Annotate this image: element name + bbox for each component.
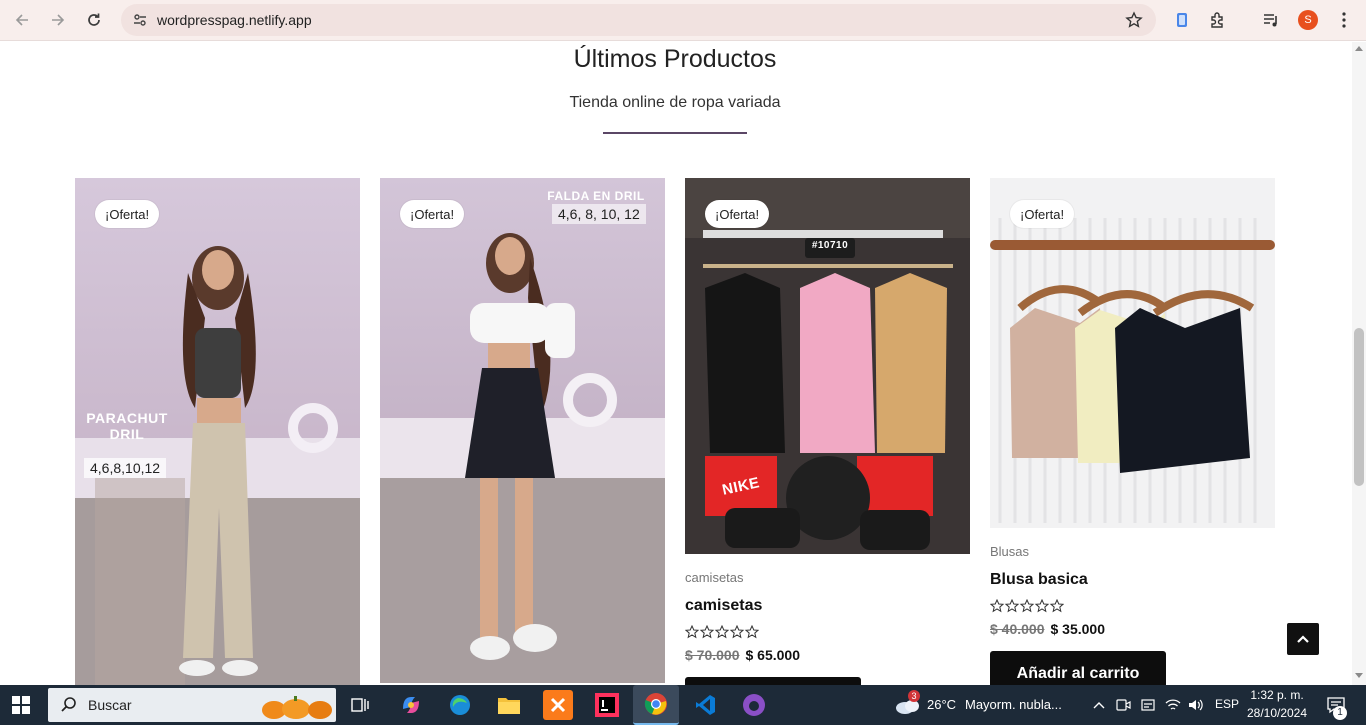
arrow-right-icon bbox=[52, 14, 65, 26]
star-outline-icon bbox=[685, 625, 759, 639]
url-text[interactable]: wordpresspag.netlify.app bbox=[157, 12, 312, 28]
image-tag: #10710 bbox=[811, 240, 849, 251]
image-caption: PARACHUT DRIL bbox=[86, 410, 168, 442]
chevron-up-icon bbox=[1297, 635, 1309, 643]
windows-taskbar: Buscar 3 26°C Mayorm. nubla... ESP 1:32 … bbox=[0, 685, 1366, 725]
windows-start-icon[interactable] bbox=[12, 696, 30, 719]
site-settings-icon[interactable] bbox=[125, 5, 155, 35]
vscode-icon[interactable] bbox=[690, 690, 720, 720]
arrow-left-icon bbox=[15, 14, 28, 26]
rating-stars bbox=[990, 599, 1275, 613]
pumpkin-icon bbox=[262, 696, 332, 719]
scroll-to-top-button[interactable] bbox=[1287, 623, 1319, 655]
image-sizes: 4,6, 8, 10, 12 bbox=[552, 204, 646, 224]
edge-icon[interactable] bbox=[445, 690, 475, 720]
forward-button[interactable] bbox=[40, 2, 76, 38]
notification-count: 1 bbox=[1333, 706, 1347, 720]
product-image[interactable]: ¡Oferta! bbox=[990, 178, 1275, 528]
sale-price: $ 65.000 bbox=[745, 647, 801, 663]
product-photo bbox=[990, 178, 1275, 528]
search-icon bbox=[61, 697, 76, 712]
weather-temperature[interactable]: 26°C bbox=[927, 697, 956, 712]
browser-toolbar: wordpresspag.netlify.app S bbox=[0, 0, 1366, 41]
product-category[interactable]: Blusas bbox=[990, 544, 1275, 559]
bookmark-star-icon[interactable] bbox=[1122, 8, 1146, 32]
chrome-taskbar-icon[interactable] bbox=[633, 685, 679, 725]
product-card: ¡Oferta! Blusas Blusa basica $ 40.000 $ 3… bbox=[990, 178, 1275, 685]
product-name[interactable]: Blusa basica bbox=[990, 571, 1275, 589]
intellij-icon[interactable] bbox=[592, 690, 622, 720]
weather-description[interactable]: Mayorm. nubla... bbox=[965, 697, 1062, 712]
rating-stars bbox=[685, 625, 970, 639]
weather-badge: 3 bbox=[908, 690, 920, 702]
file-explorer-icon[interactable] bbox=[494, 690, 524, 720]
scrollbar-thumb[interactable] bbox=[1354, 328, 1364, 486]
language-indicator[interactable]: ESP bbox=[1215, 697, 1239, 711]
volume-icon[interactable] bbox=[1180, 690, 1210, 720]
product-price: $ 40.000 $ 35.000 bbox=[990, 621, 1275, 637]
product-price: $ 70.000 $ 65.000 bbox=[685, 647, 970, 663]
add-to-cart-button[interactable]: Añadir al carrito bbox=[990, 651, 1166, 685]
section-subtitle: Tienda online de ropa variada bbox=[569, 94, 781, 111]
product-card: ¡Oferta! PARACHUT DRIL 4,6,8,10,12 bbox=[75, 178, 360, 685]
scroll-up-arrow[interactable] bbox=[1355, 46, 1363, 51]
reload-button[interactable] bbox=[76, 2, 112, 38]
web-page: Últimos Productos Tienda online de ropa … bbox=[0, 42, 1352, 685]
product-category[interactable]: camisetas bbox=[685, 570, 970, 585]
product-image[interactable]: ¡Oferta! FALDA EN DRIL 4,6, 8, 10, 12 bbox=[380, 178, 665, 683]
image-caption: FALDA EN DRIL bbox=[547, 189, 645, 203]
back-button[interactable] bbox=[4, 2, 40, 38]
sale-price: $ 35.000 bbox=[1050, 621, 1106, 637]
clock-time[interactable]: 1:32 p. m. bbox=[1246, 688, 1308, 702]
sale-badge: ¡Oferta! bbox=[95, 200, 160, 228]
extension-icon[interactable] bbox=[1168, 6, 1196, 34]
address-bar[interactable]: wordpresspag.netlify.app bbox=[121, 4, 1156, 36]
search-placeholder: Buscar bbox=[88, 697, 132, 713]
clock-date[interactable]: 28/10/2024 bbox=[1246, 706, 1308, 720]
section-title: Últimos Productos bbox=[573, 45, 777, 73]
puzzle-icon[interactable] bbox=[1204, 6, 1232, 34]
page-scrollbar[interactable] bbox=[1352, 42, 1366, 685]
github-desktop-icon[interactable] bbox=[739, 690, 769, 720]
image-sizes: 4,6,8,10,12 bbox=[84, 458, 167, 478]
task-view-icon[interactable] bbox=[345, 690, 375, 720]
copilot-icon[interactable] bbox=[396, 690, 426, 720]
star-outline-icon bbox=[990, 599, 1064, 613]
old-price: $ 70.000 bbox=[685, 647, 740, 663]
media-control-icon[interactable] bbox=[1257, 6, 1285, 34]
product-card: ¡Oferta! #10710 NIKE camisetas camisetas… bbox=[685, 178, 970, 685]
scroll-down-arrow[interactable] bbox=[1355, 673, 1363, 678]
kebab-menu-icon[interactable] bbox=[1330, 6, 1358, 34]
section-divider bbox=[603, 132, 747, 134]
sale-badge: ¡Oferta! bbox=[1010, 200, 1075, 228]
reload-icon bbox=[88, 13, 100, 26]
taskbar-search[interactable]: Buscar bbox=[48, 688, 336, 722]
old-price: $ 40.000 bbox=[990, 621, 1045, 637]
sale-badge: ¡Oferta! bbox=[705, 200, 770, 228]
xampp-icon[interactable] bbox=[543, 690, 573, 720]
profile-avatar[interactable]: S bbox=[1298, 10, 1318, 30]
product-photo bbox=[380, 178, 665, 683]
product-image[interactable]: ¡Oferta! #10710 NIKE bbox=[685, 178, 970, 554]
product-card: ¡Oferta! FALDA EN DRIL 4,6, 8, 10, 12 bbox=[380, 178, 665, 683]
add-to-cart-button[interactable] bbox=[685, 677, 861, 685]
product-image[interactable]: ¡Oferta! PARACHUT DRIL 4,6,8,10,12 bbox=[75, 178, 360, 685]
product-name[interactable]: camisetas bbox=[685, 597, 970, 615]
sale-badge: ¡Oferta! bbox=[400, 200, 465, 228]
